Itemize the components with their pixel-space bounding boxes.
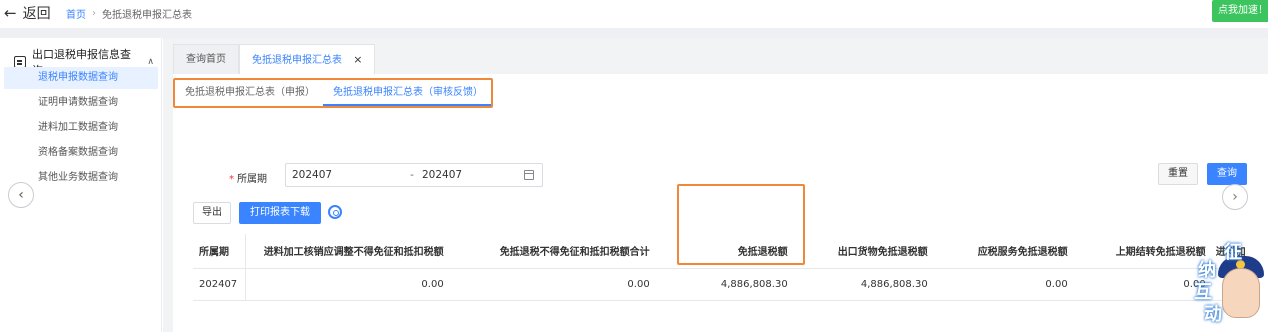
period-label: * 所属期: [229, 170, 267, 185]
table-cell: 4,886,808.30: [657, 268, 796, 301]
column-header: 出口货物免抵退税额: [795, 234, 936, 269]
breadcrumb: 首页 › 免抵退税申报汇总表: [66, 6, 192, 21]
sidebar-item-qualification-filing[interactable]: 资格备案数据查询: [4, 142, 158, 164]
column-header: 进料加工核销应调整不得免征和抵扣税额: [245, 234, 452, 269]
main-content: 查询首页 免抵退税申报汇总表 × 免抵退税申报汇总表（申报） 免抵退税申报汇总表…: [163, 38, 1268, 332]
subtab-audit-feedback[interactable]: 免抵退税申报汇总表（审核反馈）: [323, 80, 491, 106]
subtab-declaration[interactable]: 免抵退税申报汇总表（申报）: [175, 80, 323, 106]
chevron-right-icon[interactable]: ›: [1222, 184, 1248, 210]
mascot-char: 征: [1224, 242, 1242, 263]
chevron-up-icon: ∧: [147, 57, 154, 67]
table-cell: 202407: [193, 268, 247, 301]
tab-bar: 查询首页 免抵退税申报汇总表 ×: [173, 44, 376, 74]
tab-query-home[interactable]: 查询首页: [173, 44, 239, 74]
top-bar: ← 返回 首页 › 免抵退税申报汇总表 点我加速！: [0, 0, 1268, 26]
mascot-badge[interactable]: 征 纳 互 动: [1190, 238, 1268, 332]
mascot-char: 动: [1204, 304, 1222, 325]
left-arrow-icon: ←: [4, 4, 17, 22]
sidebar: 出口退税申报信息查询 ∧ 退税申报数据查询 证明申请数据查询 进料加工数据查询 …: [0, 38, 162, 332]
table-row: 202407 0.00 0.00 4,886,808.30 4,886,808.…: [193, 268, 1248, 301]
breadcrumb-current: 免抵退税申报汇总表: [102, 10, 192, 21]
table-cell: 0.00: [245, 268, 452, 301]
top-divider: [0, 28, 1268, 38]
chevron-left-icon[interactable]: ‹: [8, 182, 34, 208]
sidebar-item-processing-trade[interactable]: 进料加工数据查询: [4, 117, 158, 139]
back-label: 返回: [22, 6, 51, 22]
table-cell: 4,886,808.30: [795, 268, 936, 301]
column-header: 免抵退税不得免征和抵扣税额合计: [451, 234, 658, 269]
period-label-text: 所属期: [237, 174, 267, 185]
calendar-icon[interactable]: [524, 170, 534, 180]
print-download-button[interactable]: 打印报表下载: [239, 202, 321, 224]
back-button[interactable]: ← 返回: [4, 3, 51, 23]
speed-up-button[interactable]: 点我加速！: [1212, 0, 1268, 22]
period-start-input[interactable]: 202407: [292, 169, 402, 181]
range-separator: -: [410, 169, 414, 181]
summary-table: 所属期 进料加工核销应调整不得免征和抵扣税额 免抵退税不得免征和抵扣税额合计 免…: [193, 234, 1248, 301]
subtab-group: 免抵退税申报汇总表（申报） 免抵退税申报汇总表（审核反馈）: [173, 78, 493, 108]
gear-icon[interactable]: [328, 205, 342, 219]
sidebar-item-certificate-application[interactable]: 证明申请数据查询: [4, 92, 158, 114]
tab-summary-table[interactable]: 免抵退税申报汇总表 ×: [239, 44, 376, 74]
table-cell: 0.00: [451, 268, 658, 301]
period-date-range[interactable]: 202407 - 202407: [285, 163, 543, 187]
content-panel: 免抵退税申报汇总表（申报） 免抵退税申报汇总表（审核反馈） * 所属期 20240…: [173, 74, 1268, 332]
query-button[interactable]: 查询: [1207, 163, 1247, 185]
table-header-row: 所属期 进料加工核销应调整不得免征和抵扣税额 免抵退税不得免征和抵扣税额合计 免…: [193, 234, 1248, 269]
period-end-input[interactable]: 202407: [422, 169, 522, 181]
required-mark: *: [229, 174, 234, 185]
column-header: 应税服务免抵退税额: [935, 234, 1076, 269]
breadcrumb-separator-icon: ›: [92, 8, 96, 19]
close-icon[interactable]: ×: [353, 53, 362, 66]
breadcrumb-home[interactable]: 首页: [66, 6, 86, 21]
export-button[interactable]: 导出: [193, 202, 231, 224]
mascot-face: [1222, 268, 1260, 318]
reset-button[interactable]: 重置: [1158, 163, 1198, 185]
column-header: 所属期: [193, 234, 247, 269]
column-header: 免抵退税额: [657, 234, 796, 269]
tab-label: 免抵退税申报汇总表: [252, 55, 342, 66]
sidebar-item-tax-refund-declaration[interactable]: 退税申报数据查询: [4, 67, 158, 89]
tab-label: 查询首页: [186, 54, 226, 65]
table-cell: 0.00: [935, 268, 1076, 301]
